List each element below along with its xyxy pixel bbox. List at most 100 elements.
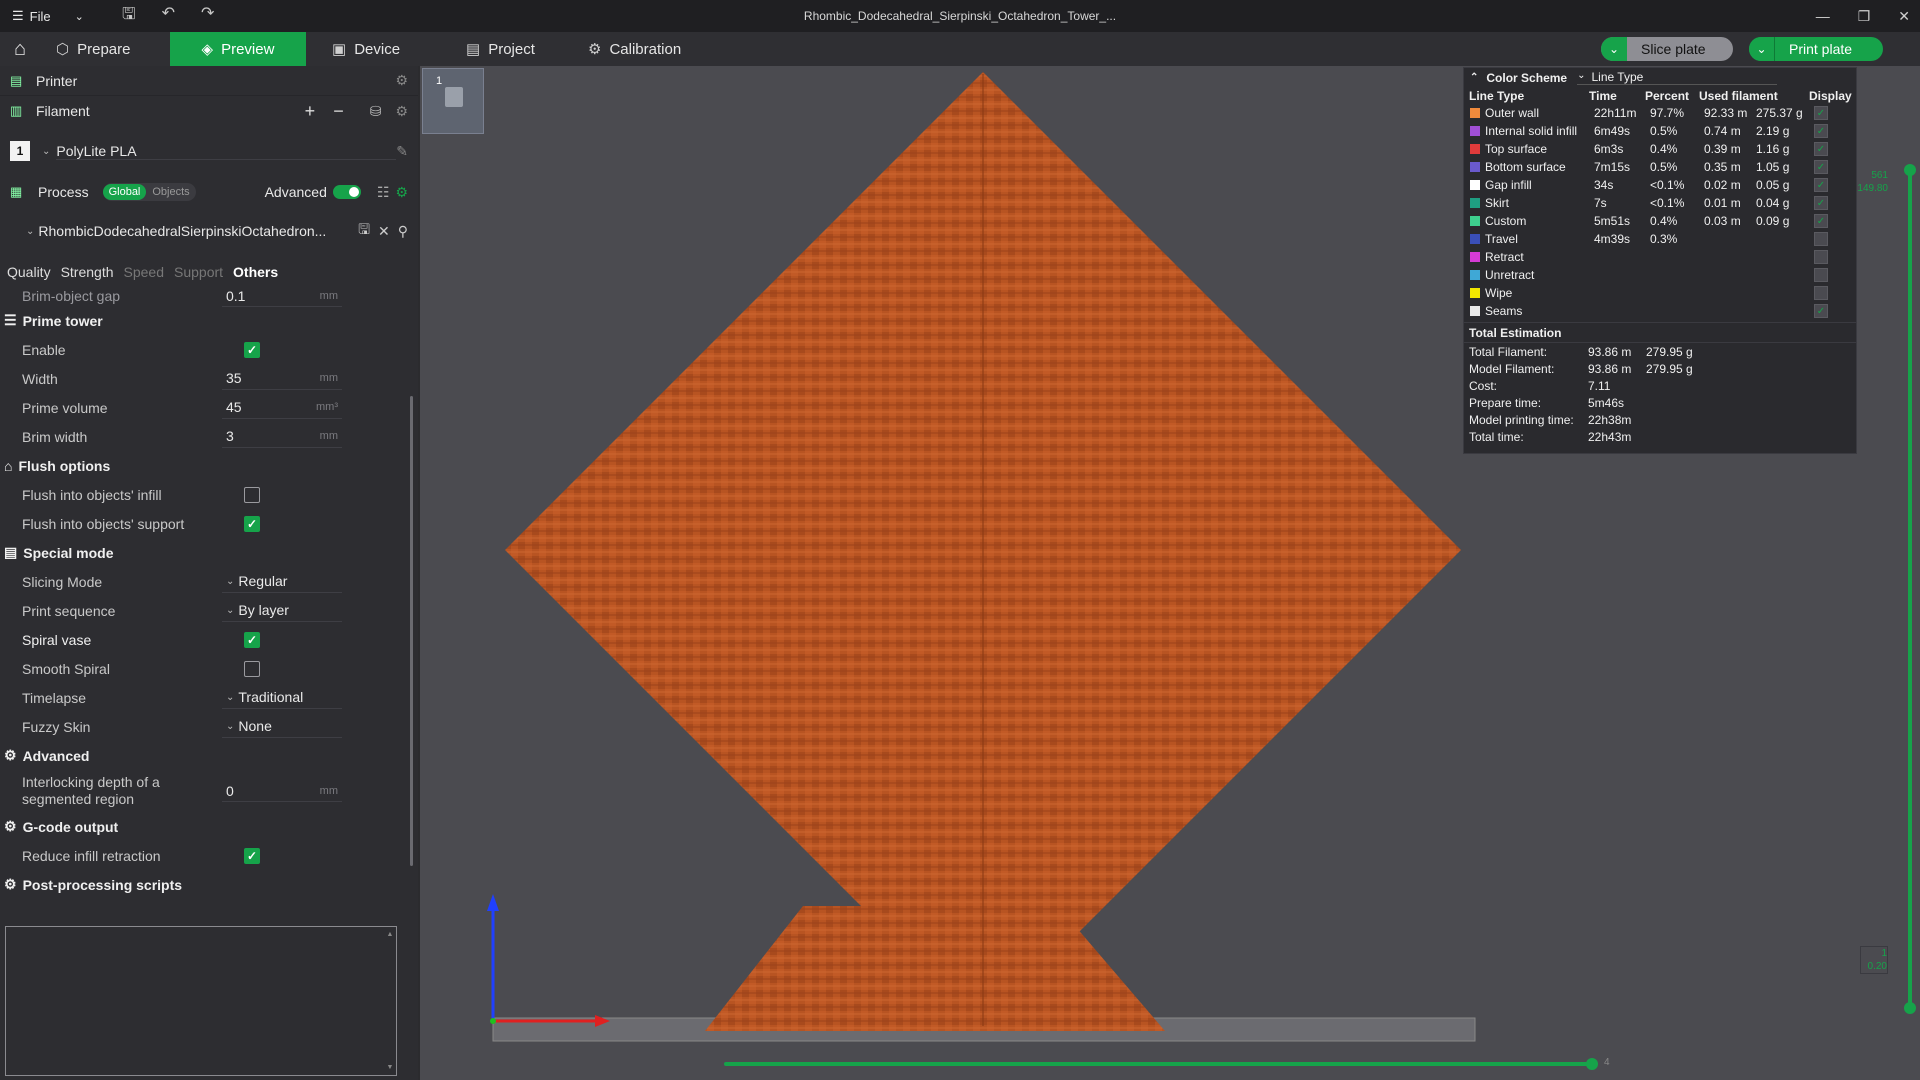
slice-plate-button[interactable]: ⌄ Slice plate [1601, 37, 1733, 61]
compare-icon[interactable]: ⚙ [395, 184, 408, 201]
object-name[interactable]: RhombicDodecahedralSierpinskiOctahedron.… [38, 223, 352, 239]
advanced-toggle[interactable] [332, 185, 361, 199]
estimation-label: Cost: [1469, 378, 1498, 393]
restore-icon[interactable]: ❐ [1858, 8, 1871, 25]
display-checkbox[interactable] [1814, 232, 1828, 246]
section-prime-tower[interactable]: ☰ Prime tower [0, 306, 404, 335]
subtab-strength[interactable]: Strength [61, 264, 114, 280]
tab-device[interactable]: ▣ Device [306, 32, 442, 66]
home-button[interactable]: ⌂ [0, 32, 40, 66]
interlocking-depth-field[interactable]: 0 mm [222, 780, 342, 802]
display-checkbox[interactable]: ✓ [1814, 196, 1828, 210]
enable-checkbox[interactable]: ✓ [244, 341, 260, 358]
save-preset-icon[interactable]: 🖫 [358, 219, 370, 243]
display-checkbox[interactable]: ✓ [1814, 106, 1828, 120]
layer-slider[interactable] [1898, 164, 1920, 1016]
tab-preview[interactable]: ◈ Preview [170, 32, 306, 66]
filament-color-swatch[interactable]: 1 [10, 141, 30, 161]
slicing-mode-row: Slicing Mode ⌄ Regular [0, 567, 404, 596]
smooth-spiral-checkbox[interactable] [244, 660, 260, 677]
line-type-length: 92.33 m [1704, 106, 1748, 120]
close-icon[interactable]: ✕ [378, 223, 390, 240]
display-checkbox[interactable]: ✓ [1814, 214, 1828, 228]
display-checkbox[interactable] [1814, 268, 1828, 282]
sidebar-scrollbar[interactable] [410, 396, 413, 866]
process-scope-toggle[interactable]: Global Objects [102, 183, 196, 201]
brim-gap-field[interactable]: 0.1 mm [222, 285, 342, 307]
print-sequence-select[interactable]: ⌄ By layer [222, 600, 342, 622]
slicing-mode-select[interactable]: ⌄ Regular [222, 571, 342, 593]
subtab-support[interactable]: Support [174, 264, 223, 280]
estimation-row: Model printing time: 22h38m [1464, 411, 1856, 428]
section-flush-options[interactable]: ⌂ Flush options [0, 451, 404, 480]
filament-select[interactable]: PolyLite PLA [56, 143, 397, 160]
layer-slider-top-handle[interactable] [1904, 164, 1916, 176]
interlocking-depth-label: Interlocking depth of a segmented region [0, 774, 222, 808]
display-checkbox[interactable]: ✓ [1814, 304, 1828, 318]
scope-objects[interactable]: Objects [146, 184, 195, 200]
flush-support-checkbox[interactable]: ✓ [244, 515, 260, 532]
scope-global[interactable]: Global [102, 184, 147, 200]
search-icon[interactable]: ⚲ [398, 223, 408, 240]
reduce-retraction-checkbox[interactable]: ✓ [244, 847, 260, 864]
subtab-speed[interactable]: Speed [124, 264, 164, 280]
section-gcode-output[interactable]: ⚙ G-code output [0, 812, 404, 841]
settings-icon[interactable]: ⚙ [395, 72, 408, 89]
display-checkbox[interactable]: ✓ [1814, 124, 1828, 138]
file-menu[interactable]: ☰ File ⌄ [0, 8, 110, 24]
save-icon[interactable]: 🖫 [122, 3, 136, 30]
display-checkbox[interactable]: ✓ [1814, 160, 1828, 174]
line-type-swatch [1470, 126, 1480, 136]
prime-volume-field[interactable]: 45 mm³ [222, 397, 342, 419]
display-checkbox[interactable] [1814, 250, 1828, 264]
redo-icon[interactable]: ↷ [201, 3, 214, 30]
section-special-mode[interactable]: ▤ Special mode [0, 538, 404, 567]
spiral-vase-checkbox[interactable]: ✓ [244, 631, 260, 648]
brim-width-field[interactable]: 3 mm [222, 426, 342, 448]
subtab-quality[interactable]: Quality [7, 264, 51, 280]
line-type-name: Skirt [1485, 196, 1509, 210]
close-icon[interactable]: ✕ [1898, 8, 1910, 25]
scheme-select[interactable]: ⌄ Line Type [1577, 70, 1778, 85]
filament-sync-icon[interactable]: ⛁ [370, 103, 382, 120]
list-view-icon[interactable]: ☷ [377, 184, 390, 201]
bottom-layer-number: 1 [1881, 948, 1887, 959]
section-advanced[interactable]: ⚙ Advanced [0, 741, 404, 770]
width-field[interactable]: 35 mm [222, 368, 342, 390]
minimize-icon[interactable]: — [1816, 8, 1830, 24]
flush-infill-checkbox[interactable] [244, 486, 260, 503]
undo-icon[interactable]: ↶ [162, 3, 175, 30]
section-post-processing[interactable]: ⚙ Post-processing scripts [0, 870, 404, 899]
tab-prepare[interactable]: ⬡ Prepare [40, 32, 170, 66]
edit-icon[interactable]: ✎ [396, 143, 408, 160]
legend-row: Bottom surface 7m15s 0.5% 0.35 m 1.05 g ✓ [1464, 158, 1856, 176]
remove-icon[interactable]: − [333, 101, 344, 122]
display-checkbox[interactable] [1814, 286, 1828, 300]
tab-calibration[interactable]: ⚙ Calibration [566, 32, 697, 66]
settings-icon[interactable]: ⚙ [395, 103, 408, 120]
subtab-others[interactable]: Others [233, 264, 278, 280]
line-type-swatch [1470, 234, 1480, 244]
layer-slider-bottom-handle[interactable] [1904, 1002, 1916, 1014]
chevron-down-icon[interactable]: ⌄ [1601, 37, 1627, 61]
line-type-percent: 0.5% [1650, 160, 1678, 174]
move-slider-handle[interactable] [1586, 1058, 1598, 1070]
chevron-down-icon[interactable]: ⌄ [1749, 37, 1775, 61]
fuzzy-skin-select[interactable]: ⌄ None [222, 716, 342, 738]
col-percent: Percent [1645, 88, 1690, 103]
post-processing-textarea[interactable]: ▲ ▼ [5, 926, 397, 1076]
textarea-scrollbar[interactable]: ▲ ▼ [386, 931, 394, 1071]
move-slider[interactable]: 4 [724, 1056, 1724, 1072]
printer-row[interactable]: ▤ Printer ⚙ [0, 66, 418, 96]
tab-project[interactable]: ▤ Project [442, 32, 566, 66]
add-icon[interactable]: + [305, 101, 316, 122]
display-checkbox[interactable]: ✓ [1814, 178, 1828, 192]
print-plate-button[interactable]: ⌄ Print plate [1749, 37, 1883, 61]
chevron-down-icon[interactable]: ⌄ [42, 146, 50, 157]
collapse-icon[interactable]: ⌃ [1470, 72, 1478, 83]
display-checkbox[interactable]: ✓ [1814, 142, 1828, 156]
move-slider-track [724, 1062, 1592, 1066]
timelapse-select[interactable]: ⌄ Traditional [222, 687, 342, 709]
chevron-down-icon[interactable]: ⌄ [26, 226, 34, 237]
legend-row: Travel 4m39s 0.3% [1464, 230, 1856, 248]
